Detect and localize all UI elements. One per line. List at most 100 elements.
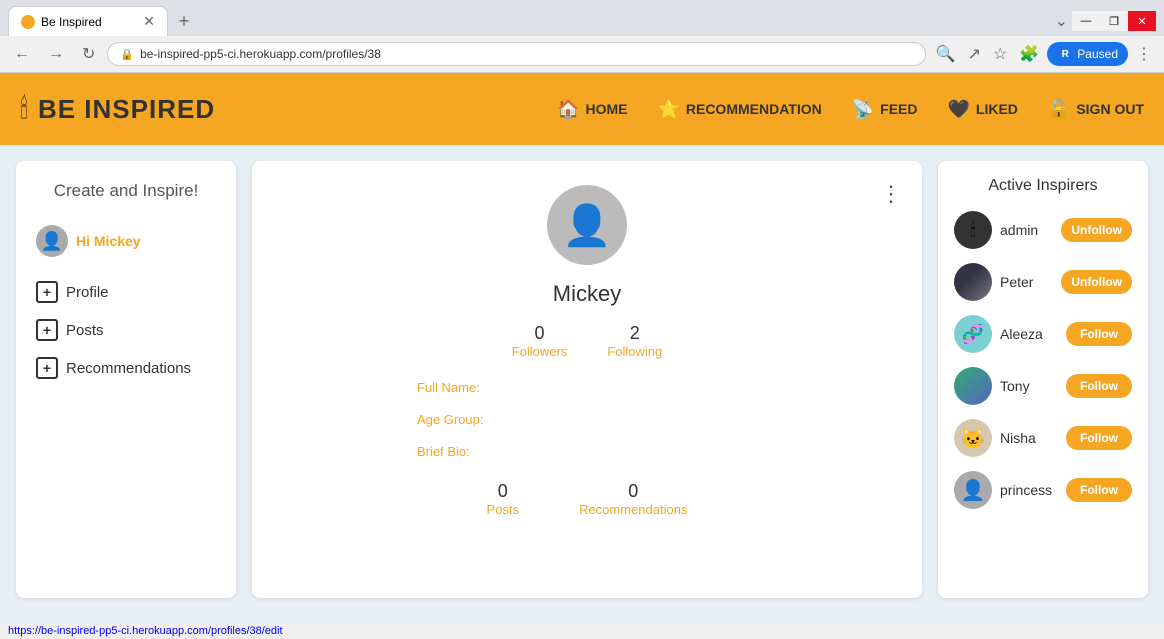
profile-menu-label: Profile [66,284,109,301]
logo-area: 🕯 BE INSPIRED [20,93,215,126]
inspirer-avatar-tony [954,367,992,405]
list-item: Tony Follow [954,367,1132,405]
posts-stat: 0 Posts [487,481,520,517]
posts-menu-icon: + [36,319,58,341]
inspirer-name-admin: admin [1000,222,1053,238]
sidebar-username: Hi Mickey [76,233,141,249]
followers-stat: 0 Followers [512,323,568,359]
bookmark-icon[interactable]: ☆ [989,40,1011,68]
unfollow-peter-button[interactable]: Unfollow [1061,270,1132,294]
inspirer-avatar-admin: 🕯 [954,211,992,249]
full-name-label: Full Name: [417,380,480,395]
recommendations-count: 0 [579,481,687,502]
star-icon: ⭐ [657,99,679,120]
profile-card: ⋮ 👤 Mickey 0 Followers 2 Following Full … [252,161,922,598]
sidebar-avatar: 👤 [36,225,68,257]
sidebar-user: 👤 Hi Mickey [36,225,216,257]
home-icon: 🏠 [557,99,579,120]
avatar-person-icon: 👤 [562,202,612,249]
princess-icon: 👤 [961,478,986,503]
recommendations-menu-icon: + [36,357,58,379]
inspirer-name-princess: princess [1000,482,1058,498]
maximize-button[interactable]: ❐ [1100,11,1128,31]
nav-signout[interactable]: 🔓 SIGN OUT [1048,99,1144,120]
logo-text: BE INSPIRED [38,94,215,125]
logo-icon: 🕯 [20,93,28,126]
tab-overflow-button[interactable]: ⌄ [1055,11,1068,31]
inspirer-avatar-nisha: 🐱 [954,419,992,457]
forward-button[interactable]: → [42,43,70,65]
status-bar: https://be-inspired-pp5-ci.herokuapp.com… [0,623,1164,639]
paused-button[interactable]: R Paused [1047,42,1128,66]
inspirer-name-nisha: Nisha [1000,430,1058,446]
back-button[interactable]: ← [8,43,36,65]
age-group-field: Age Group: [417,411,757,429]
following-label: Following [607,344,662,359]
posts-menu-label: Posts [66,322,104,339]
inspirer-name-aleeza: Aleeza [1000,326,1058,342]
nav-feed[interactable]: 📡 FEED [852,99,918,120]
inspirer-avatar-princess: 👤 [954,471,992,509]
nav-home[interactable]: 🏠 HOME [557,99,627,120]
follow-nisha-button[interactable]: Follow [1066,426,1132,450]
sidebar-item-profile[interactable]: + Profile [36,273,216,311]
follow-aleeza-button[interactable]: Follow [1066,322,1132,346]
following-stat: 2 Following [607,323,662,359]
nav-home-label: HOME [585,101,627,117]
tab-favicon [21,15,35,29]
paused-avatar: R [1057,46,1073,62]
follow-tony-button[interactable]: Follow [1066,374,1132,398]
inspirer-avatar-peter [954,263,992,301]
more-options-button[interactable]: ⋮ [880,181,902,207]
menu-icon[interactable]: ⋮ [1132,40,1156,68]
sidebar-item-recommendations[interactable]: + Recommendations [36,349,216,387]
nav-liked[interactable]: 🖤 LIKED [947,99,1017,120]
nav-recommendation[interactable]: ⭐ RECOMMENDATION [657,99,821,120]
tab-title: Be Inspired [41,15,102,29]
active-tab[interactable]: Be Inspired ✕ [8,6,168,36]
followers-count: 0 [512,323,568,344]
extension-icon[interactable]: 🧩 [1015,40,1043,68]
inspirers-title: Active Inspirers [954,177,1132,195]
nav-liked-label: LIKED [976,101,1018,117]
inspirer-name-peter: Peter [1000,274,1053,290]
nav-recommendation-label: RECOMMENDATION [686,101,822,117]
age-group-label: Age Group: [417,412,484,427]
list-item: 🕯 admin Unfollow [954,211,1132,249]
profile-name: Mickey [276,281,898,307]
list-item: Peter Unfollow [954,263,1132,301]
address-bar: ← → ↻ 🔒 be-inspired-pp5-ci.herokuapp.com… [0,36,1164,72]
profile-fields: Full Name: Age Group: Brief Bio: [417,379,757,461]
inspirer-avatar-aleeza: 🧬 [954,315,992,353]
tab-close-button[interactable]: ✕ [143,13,155,30]
share-icon[interactable]: ↗ [964,40,985,68]
browser-chrome: Be Inspired ✕ + ⌄ — ❐ ✕ ← → ↻ 🔒 be-inspi… [0,0,1164,73]
minimize-button[interactable]: — [1072,11,1100,31]
profile-header: 👤 Mickey [276,185,898,307]
new-tab-button[interactable]: + [172,9,196,33]
status-url: https://be-inspired-pp5-ci.herokuapp.com… [8,625,283,637]
sidebar-item-posts[interactable]: + Posts [36,311,216,349]
unfollow-admin-button[interactable]: Unfollow [1061,218,1132,242]
search-icon[interactable]: 🔍 [932,40,960,68]
sidebar: Create and Inspire! 👤 Hi Mickey + Profil… [16,161,236,598]
tab-bar: Be Inspired ✕ + ⌄ — ❐ ✕ [0,0,1164,36]
full-name-field: Full Name: [417,379,757,397]
post-stats: 0 Posts 0 Recommendations [276,481,898,517]
sidebar-title: Create and Inspire! [36,181,216,201]
profile-menu-icon: + [36,281,58,303]
list-item: 🐱 Nisha Follow [954,419,1132,457]
followers-label: Followers [512,344,568,359]
follow-princess-button[interactable]: Follow [1066,478,1132,502]
refresh-button[interactable]: ↻ [76,42,101,66]
signout-icon: 🔓 [1048,99,1070,120]
heart-icon: 🖤 [947,99,969,120]
list-item: 👤 princess Follow [954,471,1132,509]
window-controls: — ❐ ✕ [1072,11,1156,31]
inspirers-panel: Active Inspirers 🕯 admin Unfollow Peter … [938,161,1148,598]
app-header: 🕯 BE INSPIRED 🏠 HOME ⭐ RECOMMENDATION 📡 … [0,73,1164,145]
url-bar[interactable]: 🔒 be-inspired-pp5-ci.herokuapp.com/profi… [107,42,925,66]
close-button[interactable]: ✕ [1128,11,1156,31]
recommendations-label: Recommendations [579,502,687,517]
brief-bio-field: Brief Bio: [417,443,757,461]
